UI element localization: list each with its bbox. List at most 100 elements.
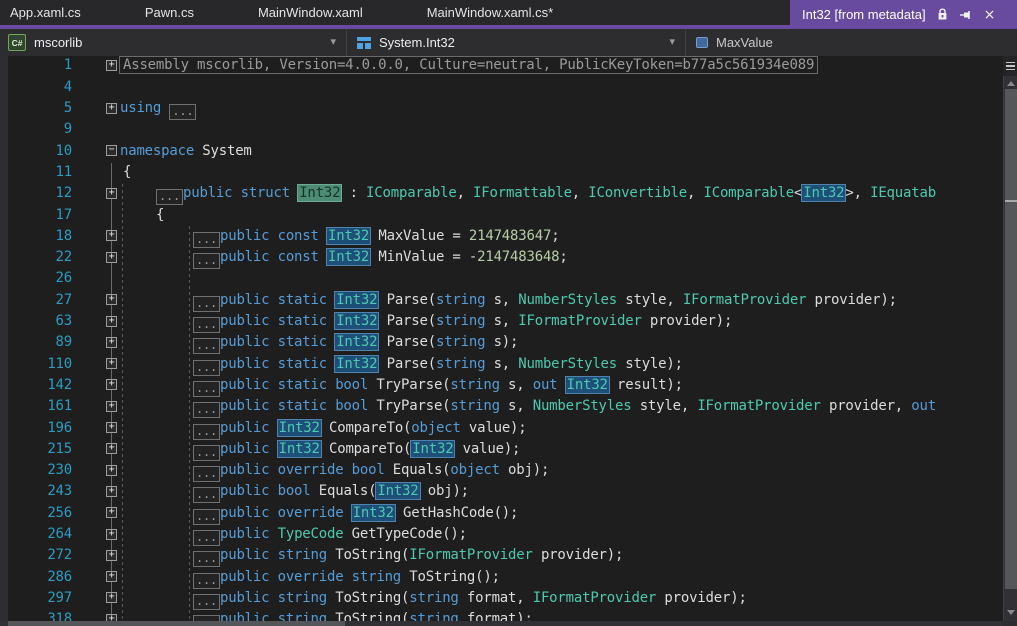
- fold-expand-icon[interactable]: +: [106, 252, 117, 263]
- token-kw: public const: [220, 228, 327, 244]
- code-text: ...public string ToString(string format,…: [193, 588, 747, 610]
- int32-reference-highlight[interactable]: Int32: [334, 355, 379, 373]
- token-kw: string: [436, 313, 485, 329]
- collapsed-region-box[interactable]: ...: [193, 317, 220, 333]
- close-icon[interactable]: ×: [984, 8, 996, 22]
- int32-reference-highlight[interactable]: Int32: [565, 376, 610, 394]
- fold-expand-icon[interactable]: +: [106, 571, 117, 582]
- int32-reference-highlight[interactable]: Int32: [277, 419, 322, 437]
- tab-pawn-cs[interactable]: Pawn.cs: [145, 5, 194, 20]
- fold-expand-icon[interactable]: +: [106, 592, 117, 603]
- member-dropdown[interactable]: MaxValue: [686, 29, 1017, 56]
- collapsed-region-box[interactable]: ...: [193, 338, 220, 354]
- fold-expand-icon[interactable]: +: [106, 379, 117, 390]
- collapsed-region-box[interactable]: ...: [193, 551, 220, 567]
- horizontal-scrollbar-thumb[interactable]: [8, 621, 345, 626]
- int32-reference-highlight[interactable]: Int32: [801, 184, 846, 202]
- tab-app-xaml-cs[interactable]: App.xaml.cs: [10, 5, 81, 20]
- fold-expand-icon[interactable]: +: [106, 443, 117, 454]
- type-dropdown[interactable]: System.Int32 ▾: [347, 29, 686, 56]
- code-text: ...public static bool TryParse(string s,…: [193, 375, 683, 397]
- fold-collapse-icon[interactable]: −: [106, 145, 117, 156]
- collapsed-region-box[interactable]: ...: [193, 487, 220, 503]
- fold-expand-icon[interactable]: +: [106, 103, 117, 114]
- collapsed-region-box[interactable]: ...: [193, 573, 220, 589]
- int32-definition-highlight[interactable]: Int32: [297, 184, 342, 202]
- vertical-scrollbar-thumb[interactable]: [1005, 89, 1017, 589]
- collapsed-region-box[interactable]: ...: [193, 594, 220, 610]
- fold-expand-icon[interactable]: +: [106, 529, 117, 540]
- token-kw: string: [436, 356, 485, 372]
- int32-reference-highlight[interactable]: Int32: [410, 440, 455, 458]
- token-kw: string: [450, 398, 499, 414]
- int32-reference-highlight[interactable]: Int32: [277, 440, 322, 458]
- fold-expand-icon[interactable]: +: [106, 294, 117, 305]
- fold-expand-icon[interactable]: +: [106, 230, 117, 241]
- pin-icon[interactable]: [959, 8, 973, 21]
- token-kw: public override: [220, 505, 352, 521]
- fold-expand-icon[interactable]: +: [106, 550, 117, 561]
- fold-expand-icon[interactable]: +: [106, 422, 117, 433]
- collapsed-region-box[interactable]: ...: [193, 424, 220, 440]
- scroll-up-arrow-icon[interactable]: [1007, 81, 1015, 86]
- horizontal-scrollbar[interactable]: [0, 621, 1003, 626]
- fold-expand-icon[interactable]: +: [106, 337, 117, 348]
- int32-reference-highlight[interactable]: Int32: [334, 291, 379, 309]
- tab-mainwindow-xaml[interactable]: MainWindow.xaml: [258, 5, 363, 20]
- fold-expand-icon[interactable]: +: [106, 486, 117, 497]
- fold-expand-icon[interactable]: +: [106, 401, 117, 412]
- fold-expand-icon[interactable]: +: [106, 60, 117, 71]
- collapsed-region-box[interactable]: ...: [193, 530, 220, 546]
- fold-expand-icon[interactable]: +: [106, 316, 117, 327]
- vertical-scrollbar[interactable]: [1003, 56, 1017, 621]
- token-kw: string: [409, 590, 458, 606]
- collapsed-region-box[interactable]: ...: [193, 509, 220, 525]
- tab-int32-metadata-active[interactable]: Int32 [from metadata] ×: [790, 0, 1017, 29]
- collapsed-region-box[interactable]: ...: [156, 189, 183, 205]
- lock-icon: [937, 8, 948, 21]
- editor-split-handle-icon[interactable]: [1003, 56, 1017, 76]
- tab-mainwindow-xaml-cs[interactable]: MainWindow.xaml.cs*: [427, 5, 553, 20]
- token-id: provider);: [533, 547, 624, 563]
- collapsed-region-box[interactable]: ...: [193, 232, 220, 248]
- fold-expand-icon[interactable]: +: [106, 507, 117, 518]
- line-number: 89: [18, 332, 72, 353]
- fold-expand-icon[interactable]: +: [106, 188, 117, 199]
- int32-reference-highlight[interactable]: Int32: [334, 333, 379, 351]
- collapsed-region-box[interactable]: ...: [193, 296, 220, 312]
- chevron-down-icon[interactable]: ▾: [669, 35, 675, 48]
- collapsed-region-box[interactable]: ...: [193, 445, 220, 461]
- token-id: >,: [845, 185, 870, 201]
- project-dropdown[interactable]: C# mscorlib ▾: [0, 29, 347, 56]
- collapsed-region-box[interactable]: ...: [193, 253, 220, 269]
- token-id: format,: [459, 590, 533, 606]
- code-line-63: 63+...public static Int32 Parse(string s…: [0, 311, 1017, 332]
- token-kw: string: [436, 334, 485, 350]
- int32-reference-highlight[interactable]: Int32: [326, 227, 371, 245]
- collapsed-region-box[interactable]: ...: [193, 402, 220, 418]
- int32-reference-highlight[interactable]: Int32: [334, 312, 379, 330]
- collapsed-region-box[interactable]: ...: [193, 466, 220, 482]
- chevron-down-icon[interactable]: ▾: [330, 35, 336, 48]
- code-text: using ...: [120, 98, 196, 120]
- code-line-256: 256+...public override Int32 GetHashCode…: [0, 503, 1017, 524]
- int32-reference-highlight[interactable]: Int32: [351, 504, 396, 522]
- scroll-down-arrow-icon[interactable]: [1007, 610, 1015, 615]
- line-number: 11: [18, 162, 72, 183]
- code-text: ...public bool Equals(Int32 obj);: [193, 481, 469, 503]
- int32-reference-highlight[interactable]: Int32: [375, 482, 420, 500]
- fold-expand-icon[interactable]: +: [106, 465, 117, 476]
- collapsed-region-box[interactable]: ...: [193, 381, 220, 397]
- line-number: 9: [18, 119, 72, 140]
- code-line-264: 264+...public TypeCode GetTypeCode();: [0, 524, 1017, 545]
- code-text: ...public static bool TryParse(string s,…: [193, 396, 936, 418]
- code-text: ...public override string ToString();: [193, 567, 500, 589]
- token-gray: Assembly mscorlib, Version=4.0.0.0, Cult…: [123, 57, 814, 73]
- token-num: 2147483647: [469, 228, 551, 244]
- fold-expand-icon[interactable]: +: [106, 358, 117, 369]
- line-number: 1: [18, 56, 72, 77]
- int32-reference-highlight[interactable]: Int32: [326, 248, 371, 266]
- collapsed-region-box[interactable]: ...: [169, 104, 196, 120]
- code-line-272: 272+...public string ToString(IFormatPro…: [0, 545, 1017, 566]
- collapsed-region-box[interactable]: ...: [193, 360, 220, 376]
